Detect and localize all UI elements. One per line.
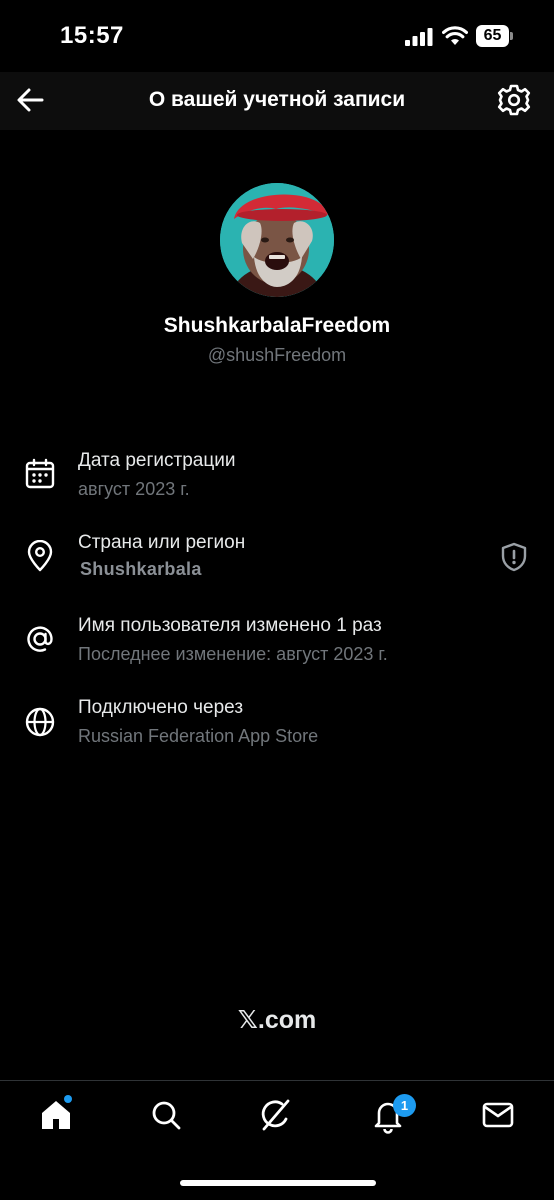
info-row-registration-date: Дата регистрации август 2023 г. — [0, 445, 554, 505]
status-time: 15:57 — [60, 22, 124, 49]
info-title: Имя пользователя изменено 1 раз — [78, 615, 382, 636]
info-title: Подключено через — [78, 697, 244, 718]
info-subtitle: Russian Federation App Store — [78, 726, 319, 746]
grok-icon[interactable] — [254, 1093, 298, 1137]
home-new-dot — [64, 1095, 72, 1103]
notification-badge: 1 — [393, 1094, 416, 1117]
location-pin-icon — [27, 540, 53, 572]
x-logo: 𝕏.com — [237, 1006, 317, 1034]
status-bar: 15:57 65 — [0, 0, 554, 72]
info-title: Дата регистрации — [78, 450, 236, 471]
gear-icon[interactable] — [494, 80, 534, 120]
info-subtitle: Последнее изменение: август 2023 г. — [78, 644, 388, 664]
info-row-username-changes: Имя пользователя изменено 1 раз Последне… — [0, 610, 554, 670]
info-title: Страна или регион — [78, 532, 246, 553]
info-subtitle: август 2023 г. — [78, 479, 190, 499]
at-sign-icon — [27, 626, 53, 652]
info-row-connected-via: Подключено через Russian Federation App … — [0, 692, 554, 752]
display-name: ShushkarbalaFreedom — [163, 314, 391, 337]
signal-icon — [405, 28, 433, 46]
app-header: О вашей учетной записи — [0, 72, 554, 130]
avatar[interactable] — [220, 183, 334, 297]
info-row-country: Страна или регион Shushkarbala — [0, 527, 554, 587]
user-handle: @shushFreedom — [207, 345, 347, 365]
globe-icon — [25, 707, 55, 737]
wifi-icon — [442, 26, 468, 45]
info-subtitle: Shushkarbala — [80, 559, 202, 579]
calendar-icon — [25, 458, 55, 489]
page-title: О вашей учетной записи — [148, 88, 406, 111]
shield-icon[interactable] — [498, 541, 530, 573]
battery-level: 65 — [483, 27, 502, 44]
mail-icon[interactable] — [476, 1093, 520, 1137]
search-icon[interactable] — [144, 1093, 188, 1137]
battery-icon: 65 — [476, 25, 514, 47]
home-indicator[interactable] — [180, 1180, 376, 1186]
